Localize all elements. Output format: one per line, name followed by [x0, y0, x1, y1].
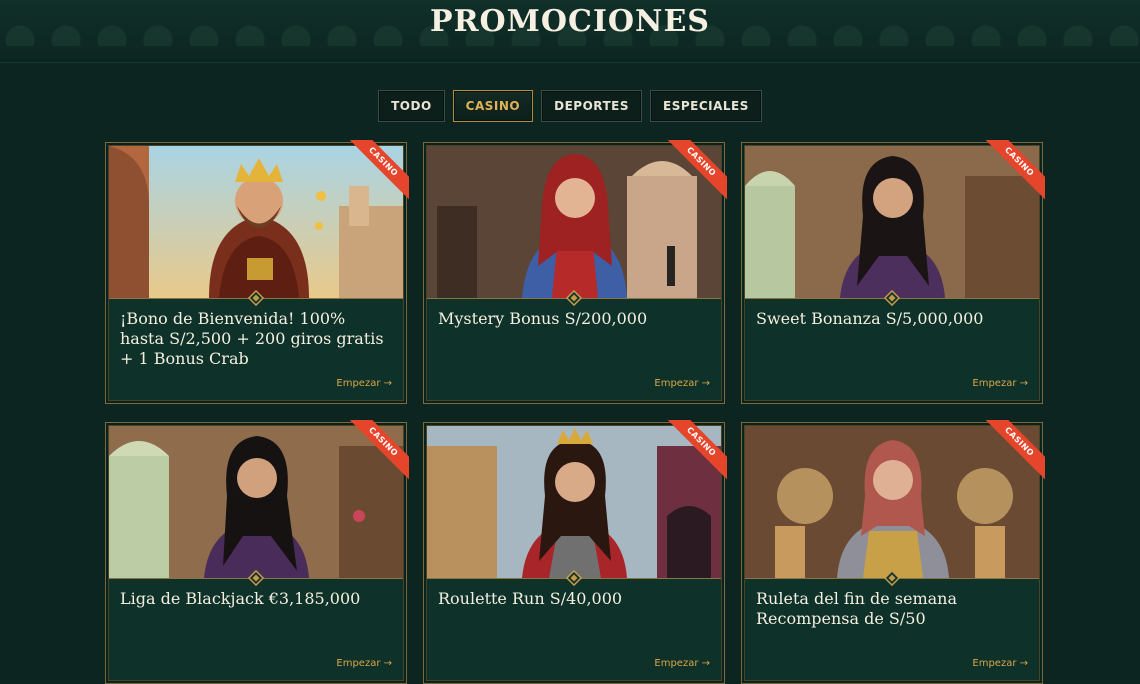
promo-card[interactable]: CASINO Mystery Bonus S/200,000 Empezar → — [423, 140, 727, 404]
tab-deportes[interactable]: DEPORTES — [541, 90, 642, 122]
casino-ribbon: CASINO — [661, 420, 727, 482]
diamond-emblem-icon — [883, 289, 901, 307]
casino-ribbon: CASINO — [979, 420, 1045, 482]
promo-title: Sweet Bonanza S/5,000,000 — [756, 309, 984, 328]
tab-especiales[interactable]: ESPECIALES — [650, 90, 762, 122]
promo-title: Roulette Run S/40,000 — [438, 589, 623, 608]
diamond-emblem-icon — [247, 289, 265, 307]
tab-casino[interactable]: CASINO — [452, 90, 534, 122]
promo-title: Liga de Blackjack €3,185,000 — [120, 589, 361, 608]
casino-ribbon: CASINO — [343, 420, 409, 482]
diamond-emblem-icon — [565, 569, 583, 587]
promo-title: Mystery Bonus S/200,000 — [438, 309, 648, 328]
diamond-emblem-icon — [883, 569, 901, 587]
start-link[interactable]: Empezar → — [336, 658, 392, 669]
page-title: PROMOCIONES — [430, 4, 710, 39]
casino-ribbon: CASINO — [343, 140, 409, 202]
casino-ribbon: CASINO — [661, 140, 727, 202]
promotions-grid: CASINO ¡Bono de Bienvenida! 100% hasta S… — [105, 140, 1045, 684]
tab-todo[interactable]: TODO — [378, 90, 445, 122]
start-link[interactable]: Empezar → — [972, 378, 1028, 389]
promo-card[interactable]: CASINO Sweet Bonanza S/5,000,000 Empezar… — [741, 140, 1045, 404]
promo-title: Ruleta del fin de semana Recompensa de S… — [756, 589, 957, 628]
diamond-emblem-icon — [247, 569, 265, 587]
promo-card[interactable]: CASINO Liga de Blackjack €3,185,000 Empe… — [105, 420, 409, 684]
start-link[interactable]: Empezar → — [654, 378, 710, 389]
promo-filter-tabs: TODO CASINO DEPORTES ESPECIALES — [0, 90, 1140, 122]
start-link[interactable]: Empezar → — [972, 658, 1028, 669]
diamond-emblem-icon — [565, 289, 583, 307]
promo-card[interactable]: CASINO Roulette Run S/40,000 Empezar → — [423, 420, 727, 684]
promo-card[interactable]: CASINO Ruleta del fin de semana Recompen… — [741, 420, 1045, 684]
promo-card[interactable]: CASINO ¡Bono de Bienvenida! 100% hasta S… — [105, 140, 409, 404]
casino-ribbon: CASINO — [979, 140, 1045, 202]
start-link[interactable]: Empezar → — [336, 378, 392, 389]
start-link[interactable]: Empezar → — [654, 658, 710, 669]
promo-title: ¡Bono de Bienvenida! 100% hasta S/2,500 … — [120, 309, 384, 368]
